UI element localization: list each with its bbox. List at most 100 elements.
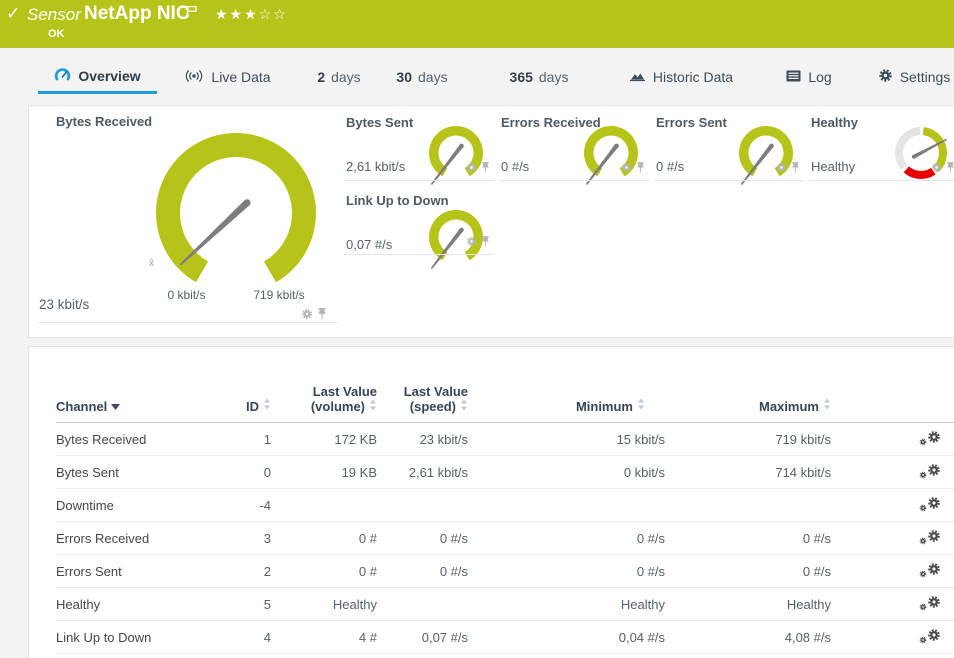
sort-desc-icon [111,398,120,413]
table-row[interactable]: Link Up to Down 4 4 # 0,07 #/s 0,04 #/s … [56,621,954,654]
channel-settings-icon[interactable] [919,562,941,580]
tab-historic-data[interactable]: Historic Data [622,60,740,94]
col-header-maximum[interactable]: Maximum [665,398,831,414]
flag-icon[interactable] [186,5,198,24]
table-row[interactable]: Errors Sent 2 0 # 0 #/s 0 #/s 0 #/s [56,555,954,588]
tab-label: Historic Data [653,69,733,85]
table-row[interactable]: Downtime -4 [56,489,954,522]
channels-panel: Channel ID Last Value (volume) Last Valu… [28,346,954,658]
channel-id: 3 [231,531,271,546]
table-row[interactable]: Errors Received 3 0 # 0 #/s 0 #/s 0 #/s [56,522,954,555]
channel-name: Errors Sent [56,564,231,579]
last-value-speed: 23 kbit/s [377,432,468,447]
channel-name: Bytes Received [56,432,231,447]
tab-log[interactable]: Log [780,60,838,94]
gear-icon[interactable] [301,307,313,325]
channel-settings-icon[interactable] [919,496,941,514]
sort-icon [263,398,271,413]
table-row[interactable]: Bytes Sent 0 19 KB 2,61 kbit/s 0 kbit/s … [56,456,954,489]
pin-icon[interactable] [481,234,490,252]
gear-icon[interactable] [466,234,477,252]
gauge-title: Healthy [811,115,858,130]
col-header-id[interactable]: ID [231,398,271,414]
last-value-volume: 172 KB [271,432,377,447]
table-row[interactable]: Healthy 5 Healthy Healthy Healthy [56,588,954,621]
tab-365-days[interactable]: 365days [500,60,578,94]
tab-settings[interactable]: Settings [872,60,954,94]
table-header-row: Channel ID Last Value (volume) Last Valu… [56,373,954,423]
maximum-value: 0 #/s [665,531,831,546]
average-marker: x̄ [149,258,154,269]
channel-name: Bytes Sent [56,465,231,480]
gauge-icon [54,67,71,84]
channel-name: Errors Received [56,531,231,546]
divider [654,180,804,181]
pin-icon[interactable] [946,160,954,178]
tab-30-days[interactable]: 30days [388,60,456,94]
gauge-value: 23 kbit/s [39,297,89,312]
col-header-minimum[interactable]: Minimum [468,398,665,414]
maximum-value: Healthy [665,597,831,612]
pin-icon[interactable] [791,160,800,178]
tab-label: Overview [78,68,140,84]
pin-icon[interactable] [317,307,327,325]
channel-name: Downtime [56,498,231,513]
gauge-title: Bytes Sent [346,115,413,130]
last-value-speed: 2,61 kbit/s [377,465,468,480]
pin-icon[interactable] [636,160,645,178]
channel-settings-icon[interactable] [919,628,941,646]
minimum-value: 0,04 #/s [468,630,665,645]
gear-icon[interactable] [931,160,942,178]
col-header-last-value-speed[interactable]: Last Value (speed) [377,384,468,414]
divider [809,180,954,181]
gauge-min-label: 0 kbit/s [149,288,224,302]
last-value-volume: 19 KB [271,465,377,480]
minimum-value: 0 #/s [468,564,665,579]
tab-label: Log [808,69,831,85]
tab-overview[interactable]: Overview [38,60,157,94]
gauge-tile-healthy[interactable]: Healthy Healthy [809,111,954,181]
col-header-last-value-volume[interactable]: Last Value (volume) [271,384,377,414]
tab-label: Settings [900,69,951,85]
gauge-max-label: 719 kbit/s [239,288,319,302]
gear-icon[interactable] [466,160,477,178]
minimum-value: 0 #/s [468,531,665,546]
gauges-panel: Bytes Received x̄ 0 kbit/s 719 kbit/s 23… [28,105,954,338]
channel-id: 4 [231,630,271,645]
minimum-value: 15 kbit/s [468,432,665,447]
minimum-value: 0 kbit/s [468,465,665,480]
table-row[interactable]: Bytes Received 1 172 KB 23 kbit/s 15 kbi… [56,423,954,456]
tab-2-days[interactable]: 2days [308,60,370,94]
gauge-tile-bytes-received[interactable]: Bytes Received x̄ 0 kbit/s 719 kbit/s 23… [29,106,339,339]
gauge-tile-link-up-to-down[interactable]: Link Up to Down 0,07 #/s [344,189,494,255]
gear-icon[interactable] [776,160,787,178]
area-chart-icon [629,69,646,85]
divider [39,322,337,323]
channel-settings-icon[interactable] [919,430,941,448]
sort-icon [823,398,831,413]
tab-label: Live Data [211,69,270,85]
gauge-tile-errors-sent[interactable]: Errors Sent 0 #/s [654,111,804,181]
pin-icon[interactable] [481,160,490,178]
col-header-channel[interactable]: Channel [56,398,231,414]
channels-table: Channel ID Last Value (volume) Last Valu… [29,373,954,654]
minimum-value: Healthy [468,597,665,612]
log-icon [786,69,801,85]
channel-settings-icon[interactable] [919,463,941,481]
channel-settings-icon[interactable] [919,595,941,613]
gauge-tile-bytes-sent[interactable]: Bytes Sent 2,61 kbit/s [344,111,494,181]
sensor-type-label: Sensor [27,5,81,25]
sort-icon [637,398,645,413]
ok-check-icon: ✓ [6,4,20,24]
channel-name: Link Up to Down [56,630,231,645]
last-value-volume: 4 # [271,630,377,645]
priority-stars[interactable]: ★★★☆☆ [215,6,288,23]
channel-settings-icon[interactable] [919,529,941,547]
tab-bar: Overview Live Data 2days 30days 365days … [0,60,954,96]
maximum-value: 719 kbit/s [665,432,831,447]
sensor-title: NetApp NIC [84,3,190,25]
gear-icon[interactable] [621,160,632,178]
gauge-tile-errors-received[interactable]: Errors Received 0 #/s [499,111,649,181]
bytes-received-gauge [146,123,326,303]
tab-live-data[interactable]: Live Data [180,60,275,94]
